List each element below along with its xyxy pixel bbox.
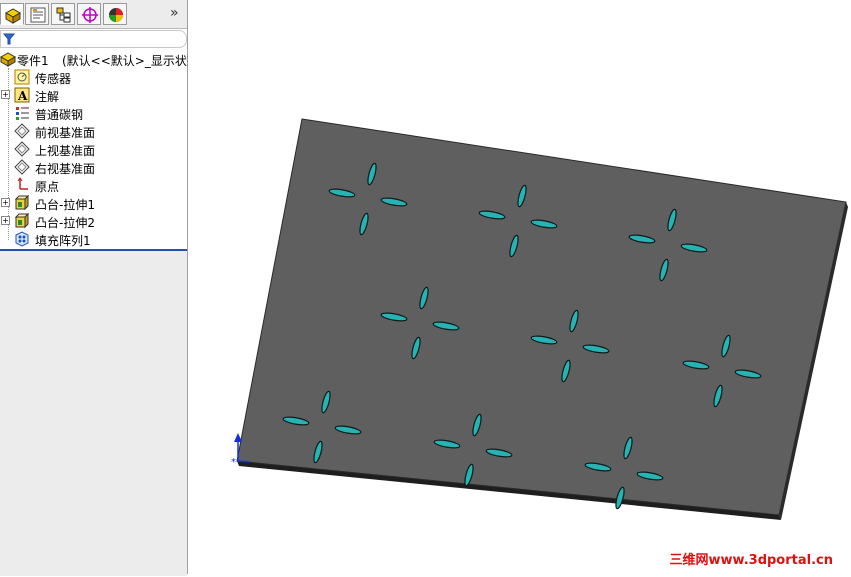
origin-marker: *	[231, 457, 236, 468]
tree-item-origin[interactable]: 原点	[0, 176, 187, 194]
expand-icon[interactable]: +	[1, 216, 10, 225]
tree-item-label: 注解	[35, 90, 60, 104]
dimxpert-manager-tab[interactable]	[77, 3, 101, 25]
x-axis-triad	[237, 460, 251, 463]
display-manager-tab[interactable]	[103, 3, 127, 25]
extrude-icon	[14, 213, 30, 229]
tree-item-label: 凸台-拉伸2	[35, 216, 95, 230]
appearance-icon	[109, 8, 123, 22]
feature-manager-pane: » 零件1 (默认<<默认>_显示状态 传感器 + A 注解 普通碳钢 前视基准…	[0, 0, 199, 576]
plane-icon	[14, 141, 30, 157]
annotation-icon: A	[14, 87, 30, 103]
tree-item-label: 传感器	[35, 72, 72, 86]
part-icon	[4, 8, 22, 24]
expand-icon[interactable]: +	[1, 198, 10, 207]
plane-icon	[14, 123, 30, 139]
tree-item-right-plane[interactable]: 右视基准面	[0, 158, 187, 176]
tree-item-label: 右视基准面	[35, 162, 96, 176]
y-axis-arrow	[234, 433, 242, 442]
svg-text:A: A	[17, 89, 28, 103]
sensor-icon	[14, 69, 30, 85]
fill-pattern-icon	[15, 231, 29, 247]
tree-filter-input[interactable]	[0, 30, 187, 48]
extrude-icon	[14, 195, 30, 211]
origin-icon	[17, 177, 28, 190]
graphics-area[interactable]: *	[188, 0, 851, 574]
tree-item-front-plane[interactable]: 前视基准面	[0, 122, 187, 140]
expand-icon[interactable]: +	[1, 90, 10, 99]
configuration-manager-tab[interactable]	[51, 3, 75, 25]
configuration-icon	[56, 7, 71, 23]
tree-item-boss-extrude2[interactable]: + 凸台-拉伸2	[0, 212, 187, 230]
feature-manager-empty-area	[0, 249, 187, 576]
filter-icon	[3, 33, 15, 45]
watermark-text: 三维网www.3dportal.cn	[669, 553, 833, 568]
property-icon	[30, 7, 46, 23]
tree-item-label: 凸台-拉伸1	[35, 198, 95, 212]
tree-item-boss-extrude1[interactable]: + 凸台-拉伸1	[0, 194, 187, 212]
part-name: 零件1	[17, 54, 49, 68]
material-icon	[16, 107, 29, 120]
part-configuration: (默认<<默认>_显示状态	[62, 54, 199, 68]
tree-item-label: 前视基准面	[35, 126, 96, 140]
tree-item-label: 填充阵列1	[35, 234, 91, 248]
tree-item-label: 原点	[35, 180, 60, 194]
tree-item-label: 上视基准面	[35, 144, 96, 158]
tree-root-part[interactable]: 零件1 (默认<<默认>_显示状态	[0, 50, 199, 68]
manager-tab-strip: »	[0, 0, 187, 29]
target-icon	[82, 7, 98, 23]
tab-overflow-button[interactable]: »	[170, 5, 179, 21]
tree-item-label: 普通碳钢	[35, 108, 84, 122]
tree-item-sensors[interactable]: 传感器	[0, 68, 187, 86]
plate-face	[236, 118, 847, 516]
part-icon	[0, 52, 16, 67]
tree-item-top-plane[interactable]: 上视基准面	[0, 140, 187, 158]
feature-manager-tab[interactable]	[0, 3, 24, 25]
tree-item-fill-pattern1[interactable]: 填充阵列1	[0, 230, 187, 248]
model-view: *	[231, 118, 848, 520]
feature-tree: 零件1 (默认<<默认>_显示状态 传感器 + A 注解 普通碳钢 前视基准面 …	[0, 50, 199, 248]
property-manager-tab[interactable]	[25, 3, 49, 25]
tree-item-material[interactable]: 普通碳钢	[0, 104, 187, 122]
plane-icon	[14, 159, 30, 175]
tree-item-annotations[interactable]: + A 注解	[0, 86, 187, 104]
